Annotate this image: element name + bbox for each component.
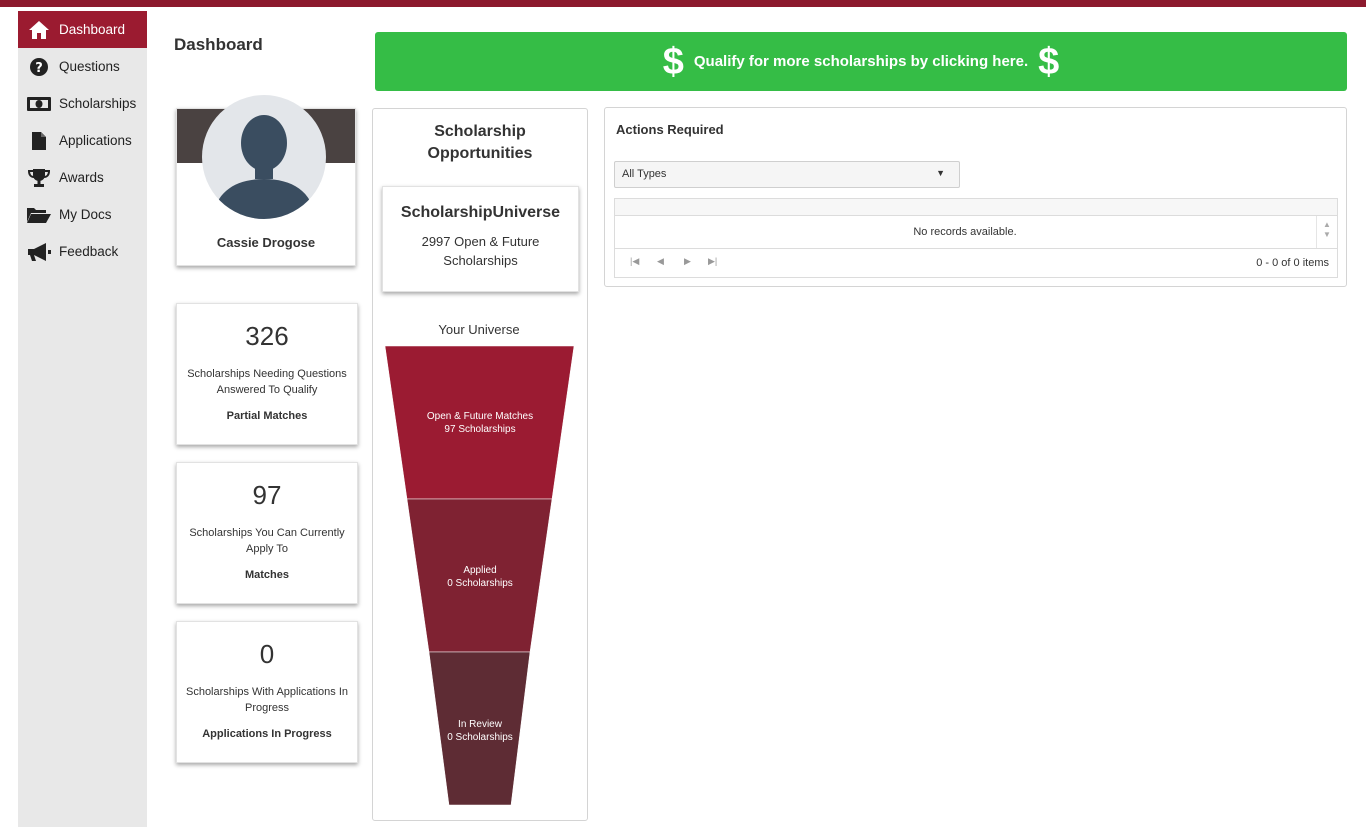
grid-header [615,199,1337,216]
next-page-icon[interactable]: ▶ [684,256,691,267]
funnel-count: 0 Scholarships [447,578,513,589]
sidebar-item-feedback[interactable]: Feedback [18,233,147,270]
funnel-label: Open & Future Matches [427,411,533,422]
scholarship-universe-count: 2997 Open & Future Scholarships [383,232,578,270]
stat-number: 0 [259,639,275,669]
stat-kind: Applications In Progress [202,728,332,740]
grid-pager: |◀ ◀ ▶ ▶| 0 - 0 of 0 items [615,249,1337,275]
actions-required-title: Actions Required [616,122,724,137]
empty-message: No records available. [913,226,1017,238]
avatar [202,95,326,219]
first-page-icon[interactable]: |◀ [630,256,639,267]
stat-number: 326 [245,321,289,351]
stat-description: Scholarships With Applications In Progre… [185,686,349,714]
actions-required-panel: Actions Required All Types ▼ No records … [604,107,1347,287]
stat-number: 97 [252,480,282,510]
grid-scrollbar[interactable]: ▲ ▼ [1316,216,1337,248]
sidebar-item-questions[interactable]: ? Questions [18,48,147,85]
scroll-down-arrow-icon[interactable]: ▼ [1317,230,1337,239]
folder-open-icon [24,203,54,227]
funnel-segment-open-future[interactable] [385,346,575,500]
sidebar-item-dashboard[interactable]: Dashboard [18,11,147,48]
stat-description: Scholarships You Can Currently Apply To [189,527,345,555]
sidebar: Dashboard ? Questions Scholarships Appli… [18,11,147,827]
type-filter-value: All Types [622,168,667,180]
stat-kind: Partial Matches [226,410,308,422]
qualify-banner-button[interactable]: $ Qualify for more scholarships by click… [375,32,1347,91]
stat-kind: Matches [244,569,290,581]
grid-body: No records available. ▲ ▼ [615,216,1337,249]
megaphone-icon [24,240,54,264]
qualify-banner-text: Qualify for more scholarships by clickin… [693,53,1029,70]
last-page-icon[interactable]: ▶| [708,256,717,267]
actions-grid: No records available. ▲ ▼ |◀ ◀ ▶ ▶| 0 - … [614,198,1338,278]
stat-card-applications-in-progress[interactable]: 0 Scholarships With Applications In Prog… [176,621,358,763]
sidebar-item-label: Applications [59,133,132,148]
caret-down-icon: ▼ [936,168,945,178]
funnel-count: 97 Scholarships [444,424,515,435]
sidebar-item-applications[interactable]: Applications [18,122,147,159]
sidebar-item-scholarships[interactable]: Scholarships [18,85,147,122]
scholarship-universe-count-line: 2997 Open & Future [421,234,540,249]
dollar-icon: $ [1038,40,1060,83]
stat-card-partial-matches[interactable]: 326 Scholarships Needing Questions Answe… [176,303,358,445]
home-icon [24,18,54,42]
opportunities-title-line: Opportunities [427,145,533,162]
opportunities-title: Scholarship Opportunities [373,121,587,165]
sidebar-item-label: Scholarships [59,96,137,111]
your-universe-label: Your Universe [438,322,520,337]
scholarship-universe-card[interactable]: ScholarshipUniverse 2997 Open & Future S… [382,186,579,292]
type-filter-dropdown[interactable]: All Types ▼ [614,161,960,188]
sidebar-item-label: Dashboard [59,22,126,37]
funnel-count: 0 Scholarships [447,732,513,743]
funnel-label: Applied [463,565,496,576]
question-circle-icon: ? [24,55,54,79]
stat-description: Scholarships Needing Questions Answered … [187,368,347,396]
sidebar-item-awards[interactable]: Awards [18,159,147,196]
funnel-label: In Review [458,719,503,730]
profile-card: Cassie Drogose [176,95,356,266]
sidebar-item-label: Questions [59,59,120,74]
money-bill-icon [24,92,54,116]
opportunities-title-line: Scholarship [434,123,526,140]
svg-text:?: ? [35,61,43,76]
stat-card-matches[interactable]: 97 Scholarships You Can Currently Apply … [176,462,358,604]
file-icon [24,129,54,153]
trophy-icon [24,166,54,190]
scholarship-universe-name: ScholarshipUniverse [400,204,561,221]
scroll-up-arrow-icon[interactable]: ▲ [1317,220,1337,229]
scholarship-funnel: Open & Future Matches 97 Scholarships Ap… [385,346,575,806]
scholarship-universe-count-line: Scholarships [443,253,518,268]
sidebar-item-my-docs[interactable]: My Docs [18,196,147,233]
page-title: Dashboard [174,35,263,54]
sidebar-item-label: Feedback [59,244,119,259]
previous-page-icon[interactable]: ◀ [657,256,664,267]
pager-info: 0 - 0 of 0 items [1256,257,1329,269]
profile-name: Cassie Drogose [216,235,316,250]
dollar-icon: $ [662,40,684,83]
sidebar-item-label: Awards [59,170,104,185]
top-bar [0,0,1366,7]
sidebar-item-label: My Docs [59,207,112,222]
